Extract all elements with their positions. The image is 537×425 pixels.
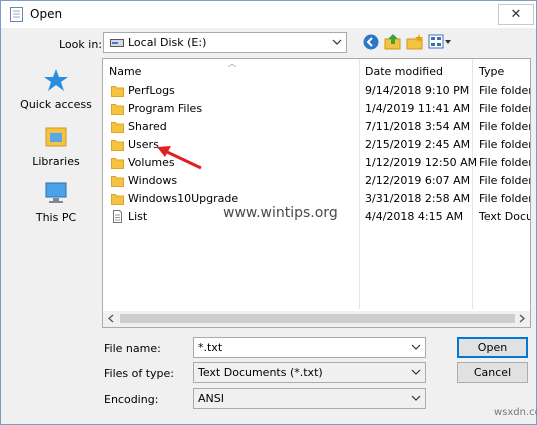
folder-icon (111, 86, 124, 97)
file-type-label: Files of type: (104, 367, 175, 380)
back-icon[interactable] (362, 33, 380, 51)
file-type-select[interactable]: Text Documents (*.txt) (193, 362, 426, 383)
file-name: Windows10Upgrade (128, 192, 239, 205)
libraries-icon (45, 127, 67, 147)
encoding-select[interactable]: ANSI (193, 388, 426, 409)
site-watermark: wsxdn.com (494, 407, 537, 418)
chevron-down-icon (411, 369, 421, 375)
watermark-text: www.wintips.org (223, 205, 338, 221)
file-name: PerfLogs (128, 84, 175, 97)
chevron-down-icon (332, 39, 342, 45)
file-date: 7/11/2018 3:54 AM (365, 120, 471, 133)
place-this-pc[interactable]: This PC (16, 181, 96, 224)
column-header-row: ︿ Name Date modified Type (103, 59, 530, 83)
cancel-button[interactable]: Cancel (457, 362, 528, 383)
file-name: Program Files (128, 102, 203, 115)
scroll-left-icon[interactable] (106, 313, 116, 324)
horizontal-scrollbar[interactable] (103, 311, 530, 327)
file-date: 1/4/2019 11:41 AM (365, 102, 471, 115)
column-header-date[interactable]: Date modified (365, 65, 443, 78)
view-menu-icon[interactable] (428, 33, 452, 51)
file-date: 2/15/2019 2:45 AM (365, 138, 471, 151)
file-date: 4/4/2018 4:15 AM (365, 210, 464, 223)
file-name: Shared (128, 120, 167, 133)
file-type: File folder (479, 192, 531, 205)
place-label: Libraries (32, 155, 80, 168)
places-bar: Quick access Libraries This PC (16, 58, 96, 358)
title-bar: Open ✕ (1, 1, 536, 28)
encoding-label: Encoding: (104, 393, 159, 406)
drive-icon (110, 39, 124, 47)
file-name-label: File name: (104, 342, 161, 355)
folder-icon (111, 122, 124, 133)
folder-icon (111, 176, 124, 187)
file-row[interactable]: Program Files 1/4/2019 11:41 AM File fol… (103, 100, 531, 118)
new-folder-icon[interactable] (406, 33, 424, 51)
scrollbar-thumb[interactable] (120, 314, 515, 323)
window-title: Open (30, 7, 63, 21)
encoding-value: ANSI (198, 392, 224, 405)
column-header-name[interactable]: Name (109, 65, 141, 78)
folder-icon (111, 104, 124, 115)
look-in-value: Local Disk (E:) (128, 36, 207, 49)
place-label: This PC (35, 211, 77, 224)
file-name: List (128, 210, 148, 223)
file-type: File folder (479, 174, 531, 187)
file-name-input[interactable]: *.txt (193, 337, 426, 358)
file-type: File folder (479, 102, 531, 115)
folder-icon (111, 140, 124, 151)
file-type-value: Text Documents (*.txt) (198, 366, 323, 379)
close-button[interactable]: ✕ (498, 4, 534, 25)
file-row[interactable]: Shared 7/11/2018 3:54 AM File folder (103, 118, 531, 136)
file-type: File folder (479, 120, 531, 133)
folder-icon (111, 158, 124, 169)
column-header-type[interactable]: Type (479, 65, 504, 78)
sort-up-icon: ︿ (228, 59, 236, 68)
place-libraries[interactable]: Libraries (16, 125, 96, 168)
file-date: 3/31/2018 2:58 AM (365, 192, 471, 205)
this-pc-icon (45, 182, 67, 203)
file-type: File folder (479, 138, 531, 151)
file-name-value: *.txt (198, 341, 223, 354)
file-type: Text Docu (479, 210, 531, 223)
quick-access-icon (44, 69, 68, 91)
look-in-dropdown[interactable]: Local Disk (E:) (103, 32, 347, 53)
annotation-arrow-icon (157, 146, 202, 170)
file-type: File folder (479, 156, 531, 169)
open-dialog: Open ✕ Look in: Local Disk (E:) Quick ac… (0, 0, 537, 425)
place-label: Quick access (20, 98, 92, 111)
file-date: 9/14/2018 9:10 PM (365, 84, 470, 97)
chevron-down-icon (411, 395, 421, 401)
place-quick-access[interactable]: Quick access (16, 68, 96, 111)
file-date: 2/12/2019 6:07 AM (365, 174, 471, 187)
text-file-icon (113, 210, 122, 223)
file-type: File folder (479, 84, 531, 97)
close-icon: ✕ (510, 7, 522, 22)
chevron-down-icon[interactable] (411, 342, 421, 352)
up-folder-icon[interactable] (384, 33, 402, 51)
open-button[interactable]: Open (457, 337, 528, 358)
folder-icon (111, 194, 124, 205)
file-row[interactable]: PerfLogs 9/14/2018 9:10 PM File folder (103, 82, 531, 100)
scroll-right-icon[interactable] (517, 313, 527, 324)
document-icon (10, 7, 23, 22)
file-date: 1/12/2019 12:50 AM (365, 156, 478, 169)
file-list[interactable]: ︿ Name Date modified Type PerfLogs 9/14/… (102, 58, 531, 328)
look-in-label: Look in: (59, 38, 102, 51)
